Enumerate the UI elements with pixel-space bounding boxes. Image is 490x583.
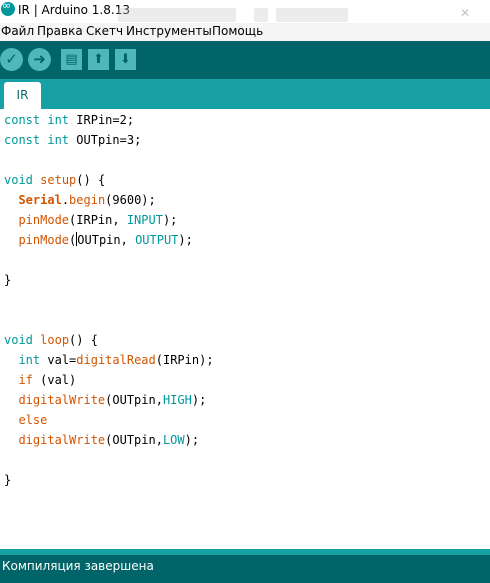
code-line: void loop() { [4, 330, 98, 350]
save-button[interactable]: ⬇ [115, 49, 136, 70]
code-token: loop [40, 333, 70, 347]
code-token: (OUTpin, [105, 393, 163, 407]
code-token: val= [40, 353, 77, 367]
code-line: digitalWrite(OUTpin,HIGH); [4, 390, 206, 410]
code-token: (IRPin, [69, 213, 127, 227]
sketch-tab-strip: IR [0, 79, 490, 109]
code-token: digitalRead [76, 353, 156, 367]
menu-bar: Файл Правка Скетч Инструменты Помощь [0, 23, 490, 41]
status-bar: Компиляция завершена [0, 555, 490, 583]
menu-tools[interactable]: Инструменты [126, 24, 212, 38]
code-token: ( [69, 233, 77, 247]
code-line: const int IRPin=2; [4, 110, 134, 130]
code-token: OUTpin, [77, 233, 136, 247]
background-tab-icon [254, 8, 268, 22]
code-line: else [4, 410, 47, 430]
code-token: () { [76, 173, 106, 187]
code-token: INPUT [126, 213, 163, 227]
code-editor[interactable]: const int IRPin=2; const int OUTpin=3; voi… [0, 109, 490, 549]
code-token: Serial [18, 193, 62, 207]
background-tab [118, 8, 236, 22]
code-token: if [18, 373, 33, 387]
background-tab [276, 8, 348, 22]
window-titlebar: IR | Arduino 1.8.13 ✕ [0, 0, 490, 23]
code-line: digitalWrite(OUTpin,LOW); [4, 430, 199, 450]
new-document-icon: ▤ [65, 52, 78, 67]
checkmark-icon: ✓ [5, 50, 18, 68]
background-window-tabs: ✕ [118, 6, 490, 23]
code-token: HIGH [162, 393, 192, 407]
code-token: () { [69, 333, 98, 347]
new-sketch-button[interactable]: ▤ [61, 49, 82, 70]
code-token: . [61, 193, 70, 207]
menu-sketch[interactable]: Скетч [86, 24, 123, 38]
code-token: setup [40, 173, 77, 187]
arrow-right-icon: ➜ [33, 50, 46, 68]
code-token: ); [191, 393, 207, 407]
code-token: (9600); [105, 193, 156, 207]
arrow-down-icon: ⬇ [120, 52, 131, 67]
code-line: pinMode(OUTpin, OUTPUT); [4, 230, 193, 250]
status-message: Компиляция завершена [2, 559, 154, 573]
code-token: } [4, 473, 12, 487]
code-token: (val) [32, 373, 77, 387]
code-line: } [4, 270, 11, 290]
menu-edit[interactable]: Правка [37, 24, 83, 38]
arduino-logo-icon [1, 0, 15, 16]
code-token: OUTpin=3; [69, 133, 142, 147]
code-token: int [47, 133, 70, 147]
code-token: ); [162, 213, 178, 227]
code-token: (OUTpin, [105, 433, 163, 447]
tab-ir[interactable]: IR [4, 82, 41, 109]
code-token: ); [184, 433, 200, 447]
code-token: else [18, 413, 48, 427]
code-line: pinMode(IRPin, INPUT); [4, 210, 177, 230]
menu-help[interactable]: Помощь [212, 24, 263, 38]
upload-button[interactable]: ➜ [28, 48, 51, 71]
code-token: const [4, 113, 41, 127]
code-token: void [4, 333, 33, 347]
code-token: } [4, 273, 12, 287]
code-line: if (val) [4, 370, 76, 390]
toolbar: ✓ ➜ ▤ ⬆ ⬇ [0, 41, 490, 79]
menu-file[interactable]: Файл [1, 24, 34, 38]
code-token: OUTPUT [135, 233, 179, 247]
code-token: digitalWrite [18, 433, 106, 447]
code-line: void setup() { [4, 170, 105, 190]
code-line: Serial.begin(9600); [4, 190, 156, 210]
arrow-up-icon: ⬆ [93, 52, 104, 67]
code-token: pinMode [18, 213, 70, 227]
code-line: int val=digitalRead(IRPin); [4, 350, 214, 370]
code-line: } [4, 470, 11, 490]
code-token: void [4, 173, 33, 187]
code-token: ); [178, 233, 193, 247]
code-token: LOW [162, 433, 185, 447]
code-token: begin [69, 193, 106, 207]
close-icon: ✕ [460, 6, 471, 20]
verify-button[interactable]: ✓ [0, 48, 23, 71]
open-button[interactable]: ⬆ [88, 49, 109, 70]
code-token: const [4, 133, 41, 147]
code-token: digitalWrite [18, 393, 106, 407]
code-token: IRPin=2; [69, 113, 135, 127]
window-title: IR | Arduino 1.8.13 [18, 3, 130, 17]
code-token: int [18, 353, 41, 367]
code-line: const int OUTpin=3; [4, 130, 141, 150]
code-token: int [47, 113, 70, 127]
code-token: (IRPin); [155, 353, 214, 367]
code-token: pinMode [18, 233, 70, 247]
